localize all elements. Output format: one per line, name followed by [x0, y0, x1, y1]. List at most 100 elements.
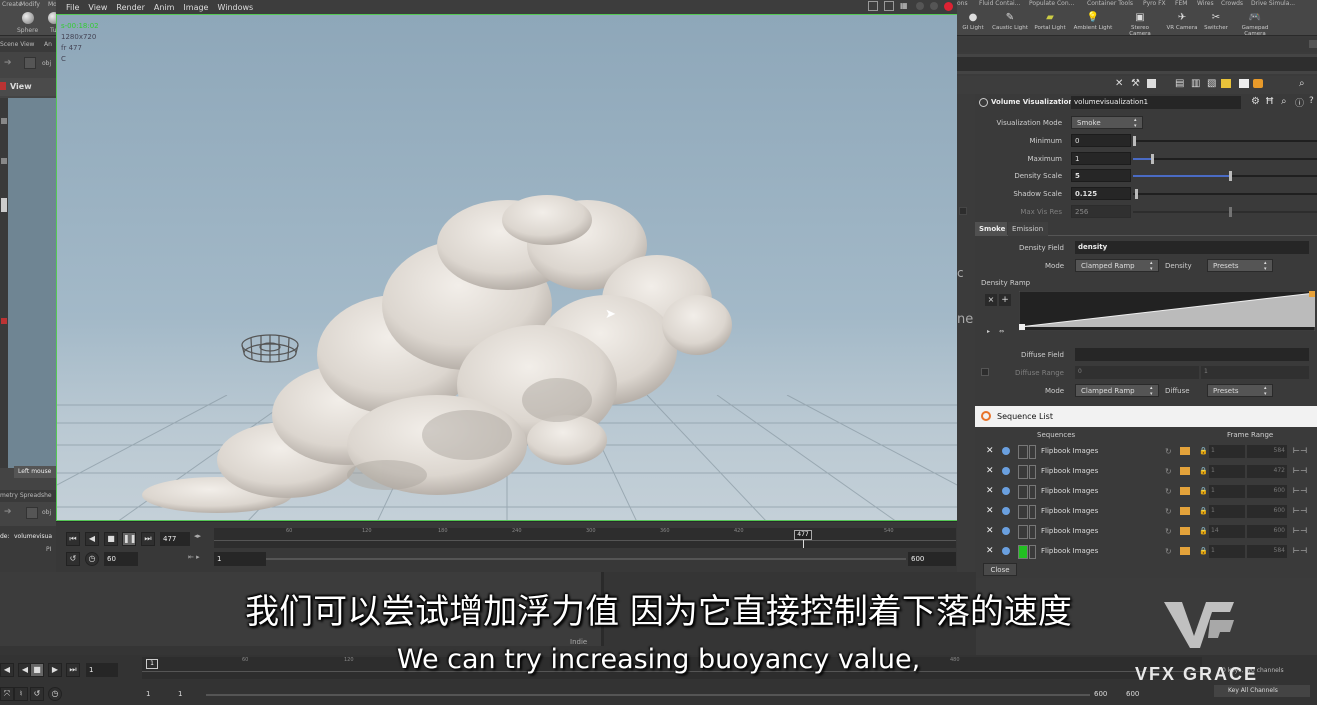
- diffuse-range-checkbox[interactable]: [981, 368, 989, 376]
- minimum-field[interactable]: 0: [1071, 134, 1131, 147]
- menu-image[interactable]: Image: [183, 3, 208, 12]
- diffuse-presets-dropdown[interactable]: Presets: [1207, 384, 1273, 397]
- maximum-field[interactable]: 1: [1071, 152, 1131, 165]
- sequence-row[interactable]: ✕ Flipbook Images ↻ 🔒 1 600 ⊢⊣: [975, 483, 1317, 501]
- global-start-a[interactable]: 1: [146, 690, 150, 698]
- folder-icon[interactable]: [1180, 547, 1190, 555]
- folder-icon[interactable]: [1180, 487, 1190, 495]
- visualization-mode-dropdown[interactable]: Smoke: [1071, 116, 1143, 129]
- density-scale-field[interactable]: 5: [1071, 169, 1131, 182]
- folder-icon[interactable]: [1180, 467, 1190, 475]
- range-slider[interactable]: [266, 558, 906, 560]
- tools-icon[interactable]: ✕: [1115, 78, 1123, 89]
- range-icon[interactable]: ⊢⊣: [1293, 466, 1307, 475]
- visibility-icon[interactable]: [1002, 527, 1010, 535]
- help-icon[interactable]: ?: [1309, 96, 1314, 106]
- network-icon-2[interactable]: [26, 507, 38, 519]
- switcher-tool[interactable]: ✂ Switcher: [1196, 12, 1236, 31]
- shelf-tab-wires[interactable]: Wires: [1197, 0, 1214, 7]
- reload-icon[interactable]: ↻: [1165, 467, 1172, 476]
- play-back-icon[interactable]: ◀: [85, 532, 99, 546]
- remove-icon[interactable]: ✕: [986, 546, 994, 556]
- visibility-icon[interactable]: [1002, 447, 1010, 455]
- ramp-play-icon[interactable]: ▸: [987, 328, 990, 335]
- panel-icon[interactable]: [1147, 79, 1156, 88]
- render-view[interactable]: s-00:18:02 1280x720 fr 477 C ➤: [56, 14, 958, 521]
- sequence-row[interactable]: ✕ Flipbook Images ↻ 🔒 14 600 ⊢⊣: [975, 523, 1317, 541]
- loop-icon[interactable]: ↺: [66, 552, 80, 566]
- maximum-slider[interactable]: [1133, 154, 1317, 164]
- tab-scene-view[interactable]: Scene View: [0, 41, 34, 48]
- menu-render[interactable]: Render: [116, 3, 144, 12]
- color-swatch[interactable]: [1018, 505, 1028, 519]
- current-frame-field[interactable]: 477: [160, 532, 190, 546]
- density-scale-slider[interactable]: [1133, 171, 1317, 181]
- color-swatch[interactable]: [1018, 465, 1028, 479]
- gamepad-camera-tool[interactable]: 🎮 Gamepad Camera: [1235, 12, 1275, 37]
- arrow-icon[interactable]: ➔: [4, 58, 12, 68]
- global-start-b[interactable]: 1: [178, 690, 182, 698]
- max-vis-res-field[interactable]: 256: [1071, 205, 1131, 218]
- end-frame-field[interactable]: 600: [908, 552, 956, 566]
- global-range-slider[interactable]: [206, 694, 1090, 696]
- realtime-icon[interactable]: ◷: [85, 552, 99, 566]
- density-presets-dropdown[interactable]: Presets: [1207, 259, 1273, 272]
- sequence-row[interactable]: ✕ Flipbook Images ↻ 🔒 1 584 ⊢⊣: [975, 443, 1317, 461]
- jump-start-icon[interactable]: ⏮: [66, 532, 80, 546]
- shelf-tab-fluid[interactable]: Fluid Contai...: [979, 0, 1020, 7]
- tab-smoke[interactable]: Smoke: [975, 222, 1007, 236]
- remove-icon[interactable]: ✕: [986, 506, 994, 516]
- reload-icon[interactable]: ↻: [1165, 487, 1172, 496]
- mini-viewport[interactable]: [8, 98, 58, 468]
- frame-ruler[interactable]: 60 120 180 240 300 360 420 540 477: [214, 528, 956, 548]
- pause-icon[interactable]: ❚❚: [122, 532, 136, 546]
- move-tool-icon[interactable]: [1, 158, 7, 164]
- shadow-scale-field[interactable]: 0.125: [1071, 187, 1131, 200]
- range-icon[interactable]: ⊢⊣: [1293, 506, 1307, 515]
- visibility-icon[interactable]: [1002, 487, 1010, 495]
- lock-icon[interactable]: 🔒: [1199, 527, 1208, 535]
- max-vis-res-slider[interactable]: [1133, 207, 1317, 217]
- pin-icon[interactable]: [0, 82, 6, 90]
- range-icon[interactable]: ⊢⊣: [1293, 446, 1307, 455]
- record-icon[interactable]: [944, 2, 953, 11]
- global-end-a[interactable]: 600: [1094, 690, 1107, 698]
- sequence-row[interactable]: ✕ Flipbook Images ↻ 🔒 1 584 ⊢⊣: [975, 543, 1317, 561]
- shelf-tab-container[interactable]: Container Tools: [1087, 0, 1133, 7]
- reload-icon[interactable]: ↻: [1165, 507, 1172, 516]
- visibility-icon[interactable]: [1002, 507, 1010, 515]
- realtime-icon-2[interactable]: ◷: [48, 687, 62, 701]
- grid-icon[interactable]: ▦: [900, 1, 910, 11]
- stop-icon[interactable]: ■: [104, 532, 118, 546]
- lock-icon[interactable]: 🔒: [1199, 547, 1208, 555]
- visibility-icon[interactable]: [1002, 547, 1010, 555]
- arrow-icon-2[interactable]: ➔: [4, 507, 12, 517]
- shelf-tab-populate[interactable]: Populate Con...: [1029, 0, 1074, 7]
- global-end-b[interactable]: 600: [1126, 690, 1139, 698]
- info-icon[interactable]: ⓘ: [1295, 96, 1304, 109]
- shelf-tab-pyro[interactable]: Pyro FX: [1143, 0, 1166, 7]
- right-path-bar[interactable]: [957, 57, 1317, 71]
- dot-icon-2[interactable]: [930, 2, 938, 10]
- gi-light-tool[interactable]: ● GI Light: [953, 12, 993, 31]
- help-h-icon[interactable]: Ħ: [1265, 96, 1274, 107]
- image-icon[interactable]: [1239, 79, 1249, 88]
- ramp-delete-icon[interactable]: ×: [985, 294, 997, 306]
- network-icon[interactable]: [24, 57, 36, 69]
- density-field-input[interactable]: density: [1075, 241, 1309, 254]
- remove-icon[interactable]: ✕: [986, 466, 994, 476]
- select-tool-icon[interactable]: [1, 118, 7, 124]
- path-obj[interactable]: obj: [42, 60, 51, 67]
- tab-geometry-spreadsheet[interactable]: metry Spreadshe: [0, 492, 52, 499]
- diffuse-mode-dropdown[interactable]: Clamped Ramp: [1075, 384, 1159, 397]
- density-mode-dropdown[interactable]: Clamped Ramp: [1075, 259, 1159, 272]
- tab-an[interactable]: An: [44, 41, 52, 48]
- range-arrows-icon[interactable]: ⇤ ▸: [188, 553, 200, 561]
- diffuse-range-max[interactable]: 1: [1201, 366, 1309, 379]
- max-vis-res-checkbox[interactable]: [959, 207, 967, 215]
- menu-file[interactable]: File: [66, 3, 79, 12]
- reload-icon[interactable]: ↻: [1165, 527, 1172, 536]
- menu-view[interactable]: View: [88, 3, 107, 12]
- frame-marker[interactable]: 477: [794, 530, 812, 540]
- remove-icon[interactable]: ✕: [986, 446, 994, 456]
